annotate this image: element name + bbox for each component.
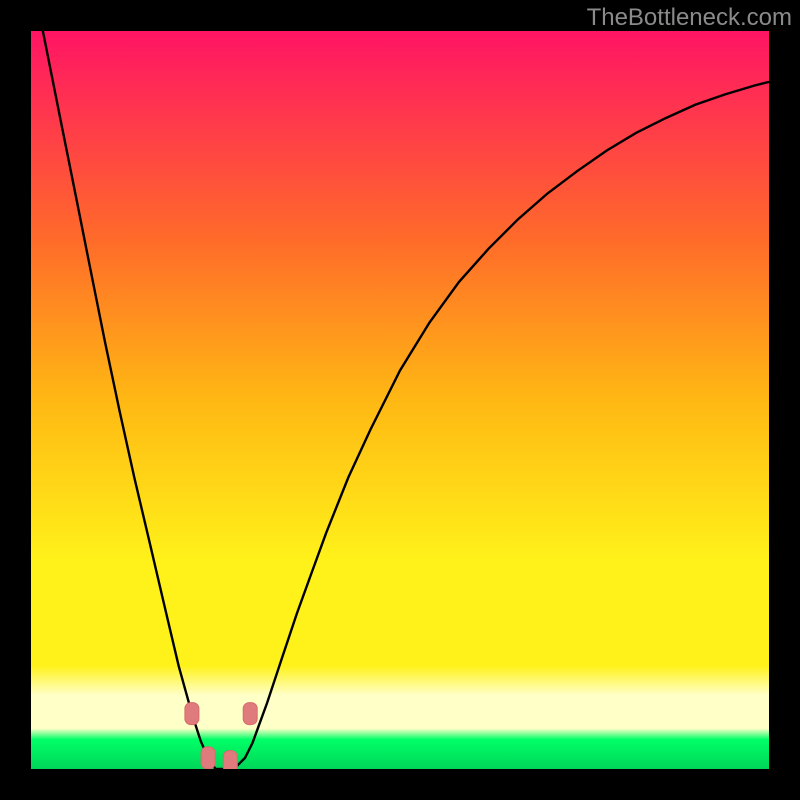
gradient-background bbox=[31, 31, 769, 769]
plot-area bbox=[31, 31, 769, 769]
watermark-text: TheBottleneck.com bbox=[587, 4, 792, 32]
chart-frame: TheBottleneck.com bbox=[0, 0, 800, 800]
plot-svg bbox=[31, 31, 769, 769]
curve-marker bbox=[243, 703, 257, 725]
curve-marker bbox=[223, 751, 237, 769]
curve-marker bbox=[201, 747, 215, 769]
curve-marker bbox=[185, 703, 199, 725]
